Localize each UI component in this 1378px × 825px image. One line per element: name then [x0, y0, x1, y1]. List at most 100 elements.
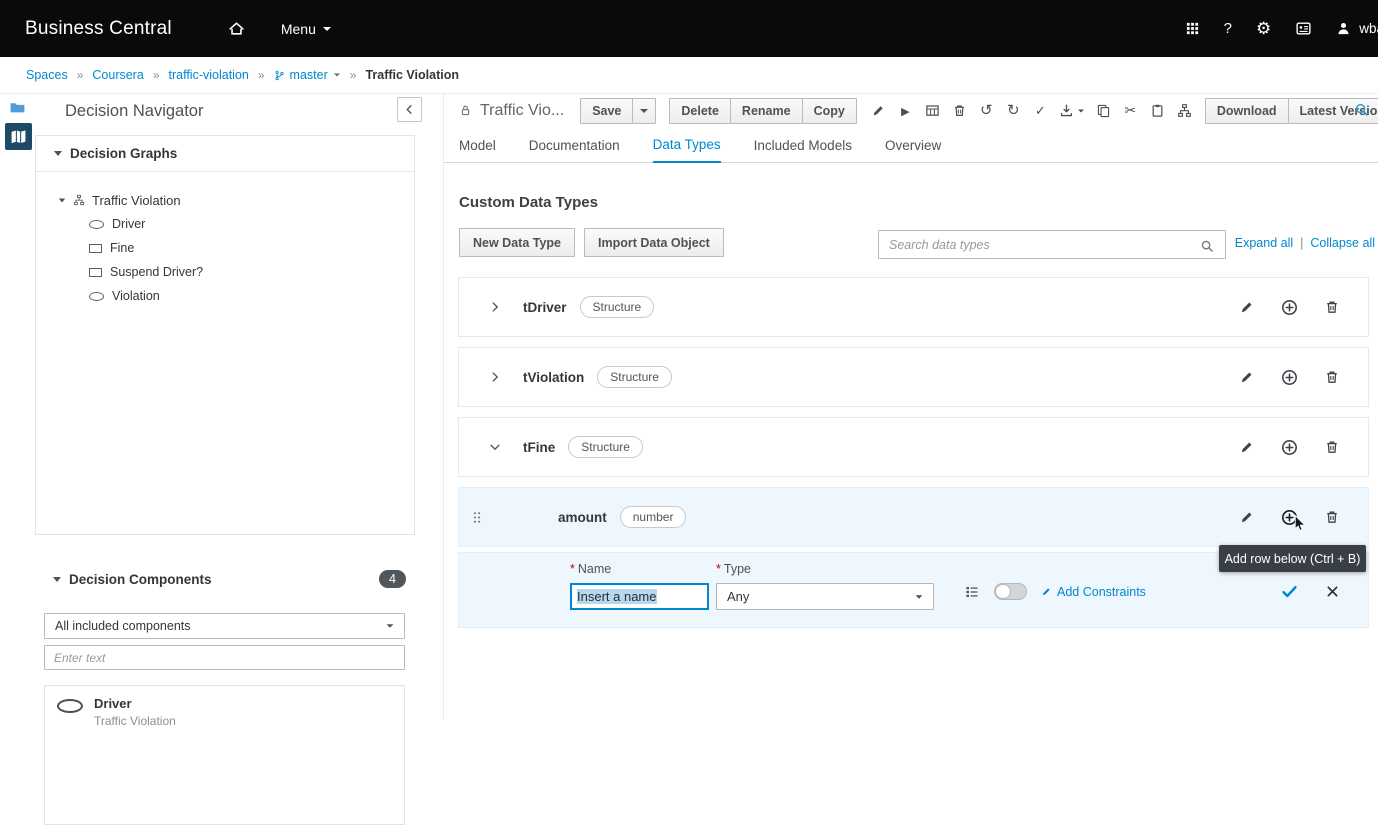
decision-navigator-toggle[interactable]	[5, 123, 32, 150]
add-constraints-link[interactable]: Add Constraints	[1041, 585, 1146, 599]
data-types-actions: New Data Type Import Data Object	[459, 228, 724, 257]
component-item-driver[interactable]: Driver Traffic Violation	[57, 696, 392, 728]
save-options-button[interactable]	[632, 97, 657, 124]
expand-all-link[interactable]: Expand all	[1235, 236, 1293, 250]
tree-item-suspend-driver[interactable]: Suspend Driver?	[89, 260, 414, 284]
menu-dropdown[interactable]: Menu	[281, 21, 331, 37]
edit-pencil-icon[interactable]	[1239, 369, 1255, 385]
tab-documentation[interactable]: Documentation	[529, 138, 620, 162]
rename-button[interactable]: Rename	[729, 97, 803, 124]
drag-handle-icon[interactable]	[470, 510, 484, 525]
delete-trash-icon[interactable]	[1324, 299, 1340, 315]
copy-button[interactable]: Copy	[801, 97, 857, 124]
add-plus-icon[interactable]	[1281, 369, 1298, 386]
tab-data-types[interactable]: Data Types	[652, 137, 721, 163]
redo-icon[interactable]: ↻	[1005, 102, 1022, 120]
download-button[interactable]: Download	[1204, 97, 1289, 124]
expand-chevron-icon[interactable]	[489, 301, 501, 313]
data-types-list: tDriver Structure tViolation Structure t…	[458, 277, 1369, 628]
user-menu[interactable]: wba	[1336, 21, 1378, 36]
tab-included-models[interactable]: Included Models	[754, 138, 852, 162]
editor-tabs: Model Documentation Data Types Included …	[444, 131, 1378, 163]
components-filter-select[interactable]: All included components	[44, 613, 405, 639]
collapse-chevron-icon[interactable]	[489, 441, 501, 453]
cut-scissors-icon[interactable]: ✂	[1122, 102, 1139, 120]
paste-clipboard-icon[interactable]	[1149, 102, 1166, 120]
id-badge-icon[interactable]	[1295, 20, 1312, 38]
delete-trash-icon[interactable]	[1324, 509, 1340, 525]
constraints-toggle[interactable]	[994, 583, 1027, 600]
tab-overview[interactable]: Overview	[885, 138, 941, 162]
import-data-object-button[interactable]: Import Data Object	[584, 228, 724, 257]
caret-down-icon	[640, 108, 649, 113]
save-button[interactable]: Save	[580, 97, 634, 124]
search-icon[interactable]	[1200, 237, 1214, 255]
add-plus-icon[interactable]	[1281, 299, 1298, 316]
confirm-check-icon[interactable]	[1281, 583, 1298, 600]
delete-trash-icon[interactable]	[1324, 439, 1340, 455]
row-actions	[1239, 509, 1340, 526]
tree-root-traffic-violation[interactable]: Traffic Violation	[58, 188, 414, 212]
constraints-controls: Add Constraints	[964, 583, 1146, 600]
breadcrumb-space-name[interactable]: Coursera	[92, 68, 143, 82]
add-constraints-label: Add Constraints	[1057, 584, 1146, 599]
project-explorer-icon[interactable]	[8, 99, 27, 117]
branch-selector[interactable]: master	[274, 68, 341, 82]
name-input[interactable]: Insert a name	[570, 583, 709, 610]
input-data-node-icon	[57, 699, 83, 713]
edit-pencil-icon	[1042, 588, 1050, 596]
undo-icon[interactable]: ↺	[978, 102, 995, 120]
caret-down-icon	[53, 576, 61, 582]
input-data-node-icon	[89, 219, 104, 229]
tree-root-label: Traffic Violation	[92, 192, 181, 208]
apps-grid-icon[interactable]	[1185, 20, 1200, 38]
link-separator: |	[1300, 236, 1304, 250]
breadcrumb-project[interactable]: traffic-violation	[169, 68, 249, 82]
tab-model[interactable]: Model	[459, 138, 496, 162]
tree-item-driver[interactable]: Driver	[89, 212, 414, 236]
input-data-node-icon	[89, 291, 104, 301]
add-plus-icon[interactable]	[1281, 439, 1298, 456]
cancel-x-icon[interactable]	[1325, 584, 1340, 599]
toggle-knob	[995, 584, 1011, 599]
home-icon[interactable]	[228, 20, 245, 38]
git-branch-icon	[275, 70, 284, 80]
edit-pencil-icon[interactable]	[1239, 509, 1255, 525]
copy-document-icon[interactable]	[1095, 102, 1112, 120]
components-search-input[interactable]	[44, 645, 405, 670]
help-icon[interactable]: ?	[1224, 21, 1232, 36]
play-icon[interactable]: ▶	[897, 102, 914, 120]
edit-pencil-icon[interactable]	[1239, 299, 1255, 315]
trash-icon[interactable]	[951, 102, 968, 120]
tree-item-label: Violation	[112, 289, 160, 303]
page-title: Custom Data Types	[459, 194, 598, 211]
breadcrumb-separator: »	[257, 68, 265, 82]
collapse-all-link[interactable]: Collapse all	[1310, 236, 1375, 250]
tree-item-violation[interactable]: Violation	[89, 284, 414, 308]
topbar-icons: ? ⚙ wba	[1185, 20, 1378, 38]
expand-collapse-links: Expand all | Collapse all	[1235, 236, 1375, 250]
search-icon[interactable]	[1354, 101, 1369, 119]
hierarchy-icon[interactable]	[1176, 102, 1193, 120]
data-types-content: Custom Data Types New Data Type Import D…	[444, 164, 1378, 720]
tree-item-fine[interactable]: Fine	[89, 236, 414, 260]
table-grid-icon[interactable]	[924, 102, 941, 120]
validate-check-icon[interactable]: ✓	[1032, 102, 1049, 120]
data-types-search-input[interactable]	[878, 230, 1226, 259]
settings-gear-icon[interactable]: ⚙	[1256, 20, 1271, 37]
editor-toolbar: Traffic Vio... Save Delete Rename Copy ▶…	[444, 96, 1378, 125]
decision-graphs-header[interactable]: Decision Graphs	[36, 136, 414, 172]
decision-components-header[interactable]: Decision Components 4	[53, 566, 406, 592]
new-data-type-button[interactable]: New Data Type	[459, 228, 575, 257]
delete-trash-icon[interactable]	[1324, 369, 1340, 385]
breadcrumb-spaces[interactable]: Spaces	[26, 68, 68, 82]
delete-button[interactable]: Delete	[669, 97, 731, 124]
edit-pencil-icon[interactable]	[1239, 439, 1255, 455]
type-select[interactable]: Any	[716, 583, 934, 610]
caret-down-icon	[1077, 109, 1084, 112]
pen-icon[interactable]	[870, 102, 887, 120]
export-dropdown[interactable]	[1059, 103, 1085, 118]
constraints-list-icon[interactable]	[964, 584, 980, 600]
collapse-panel-button[interactable]	[397, 97, 422, 122]
expand-chevron-icon[interactable]	[489, 371, 501, 383]
